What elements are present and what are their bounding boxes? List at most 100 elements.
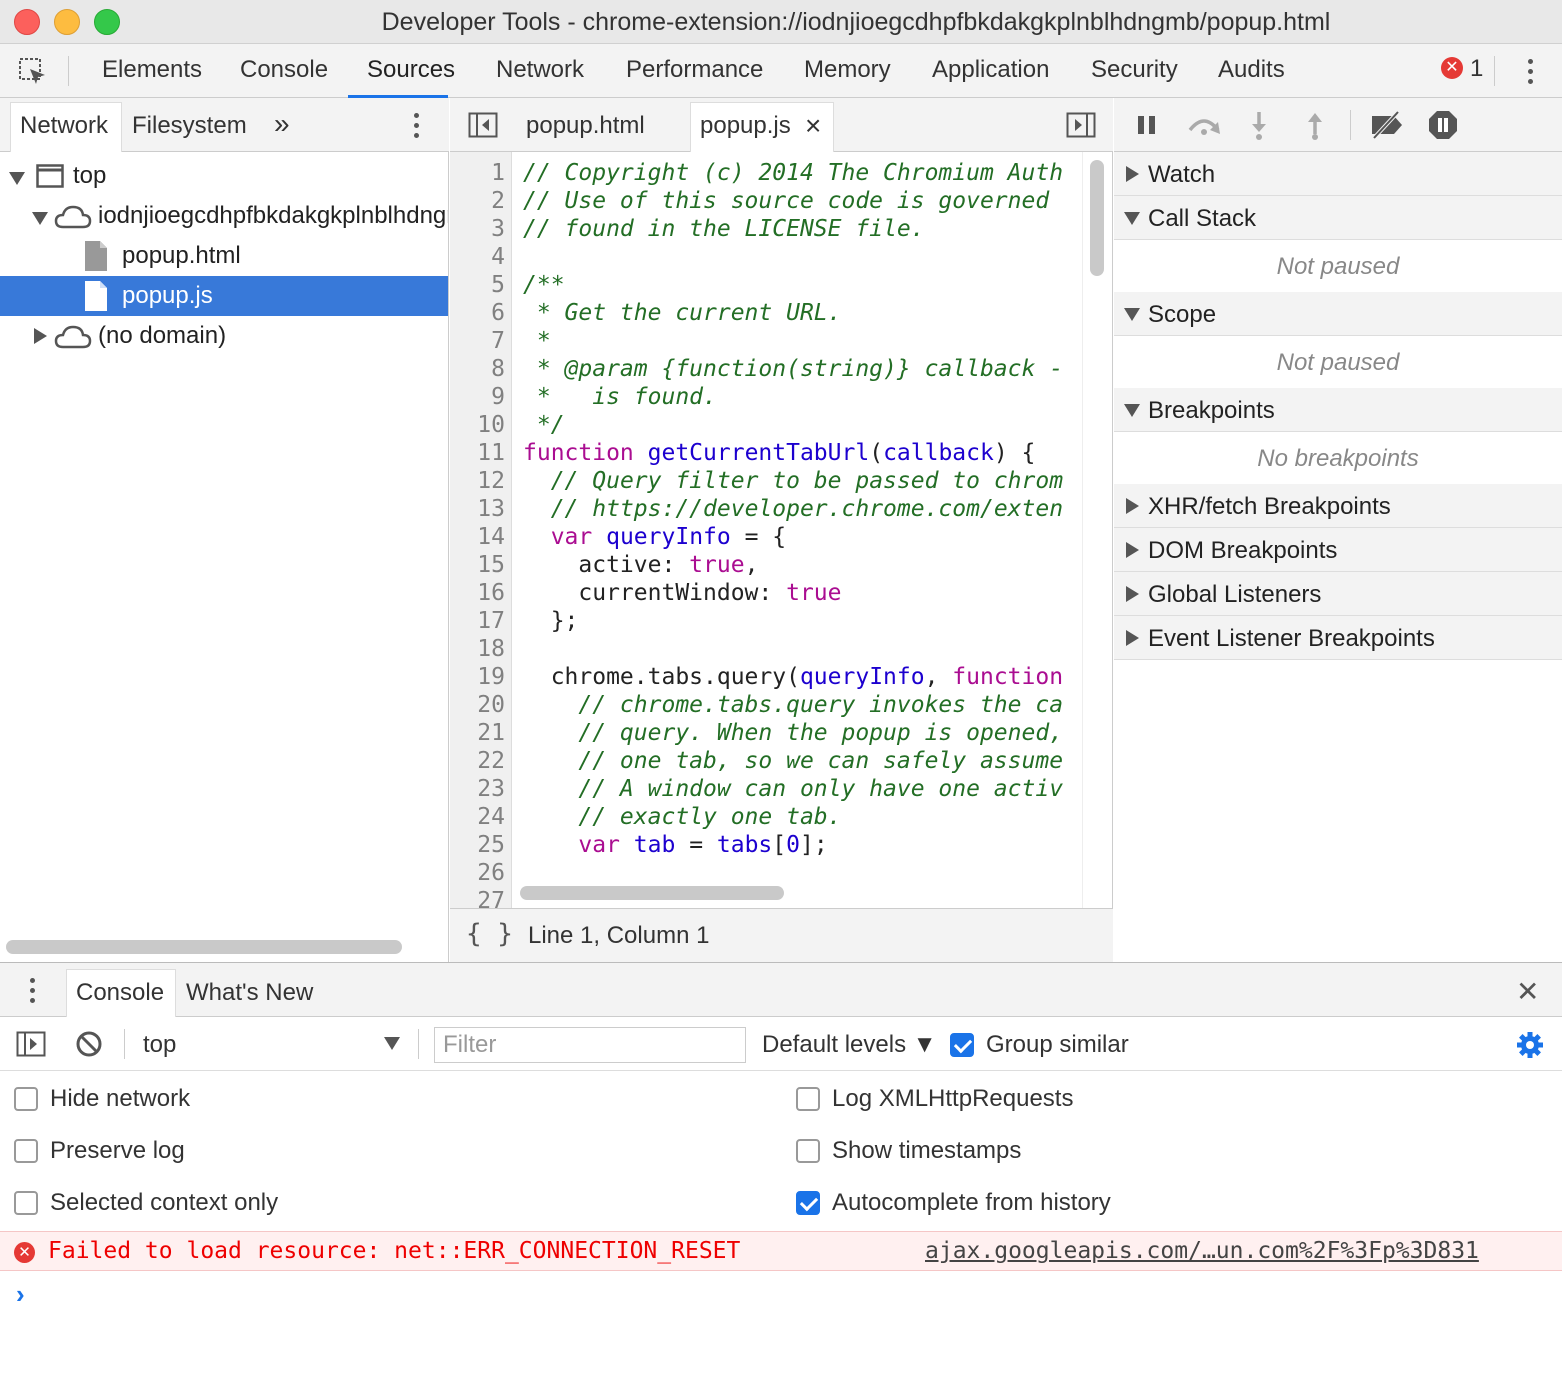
collapse-arrow-icon[interactable] [1126,586,1139,602]
show-timestamps-checkbox[interactable] [796,1139,820,1163]
tree-item-top[interactable]: top [0,156,448,196]
code-line[interactable]: // found in the LICENSE file. [523,216,925,242]
code-line[interactable]: }; [523,608,579,634]
selected-context-only-checkbox[interactable] [14,1191,38,1215]
code-line[interactable]: * [523,328,551,354]
error-icon[interactable]: ✕ [1441,57,1463,79]
tab-performance[interactable]: Performance [626,56,763,84]
line-number[interactable]: 15 [477,552,505,578]
code-line[interactable]: * Get the current URL. [523,300,842,326]
pretty-print-icon[interactable]: { } [466,919,513,949]
line-number[interactable]: 4 [491,244,505,270]
line-number[interactable]: 16 [477,580,505,606]
editor-tab-popup-js[interactable]: popup.js [700,112,791,140]
code-line[interactable]: currentWindow: true [523,580,841,606]
code-line[interactable]: // Query filter to be passed to chrom [523,468,1063,494]
line-number[interactable]: 1 [491,160,505,186]
drawer-tab-whats-new[interactable]: What's New [186,979,313,1007]
window-close-button[interactable] [14,9,40,35]
error-count[interactable]: 1 [1470,55,1483,83]
pause-on-exceptions-icon[interactable] [1428,110,1458,140]
line-number[interactable]: 26 [477,860,505,886]
group-similar-checkbox[interactable] [950,1033,974,1057]
hide-network-checkbox[interactable] [14,1087,38,1111]
line-number[interactable]: 19 [477,664,505,690]
line-number[interactable]: 24 [477,804,505,830]
line-number[interactable]: 2 [491,188,505,214]
more-tabs-icon[interactable]: » [274,108,290,140]
code-line[interactable]: chrome.tabs.query(queryInfo, function [523,664,1063,690]
line-number[interactable]: 27 [477,888,505,908]
subtab-filesystem[interactable]: Filesystem [132,112,247,140]
navigator-horizontal-scrollbar[interactable] [6,940,402,954]
line-number-gutter[interactable]: 1 2 3 4 5 6 7 8 9 10 11 12 13 14 15 16 17 18 19 20 21 22 23 24 2… [450,152,512,908]
line-number[interactable]: 21 [477,720,505,746]
devtools-menu-icon[interactable] [1528,59,1534,89]
context-selector[interactable]: top [143,1031,176,1059]
pause-icon[interactable] [1136,114,1158,136]
close-drawer-icon[interactable]: ✕ [1516,975,1539,1008]
code-line[interactable]: var tab = tabs[0]; [523,832,827,858]
code-line[interactable]: // chrome.tabs.query invokes the ca [523,692,1063,718]
line-number[interactable]: 12 [477,468,505,494]
expand-arrow-icon[interactable] [32,212,48,225]
tree-item-popup-js[interactable]: popup.js [0,276,448,316]
line-number[interactable]: 5 [491,272,505,298]
inspect-element-icon[interactable] [18,57,48,87]
line-number[interactable]: 13 [477,496,505,522]
console-prompt[interactable]: › [16,1279,25,1310]
tab-network[interactable]: Network [496,56,584,84]
code-line[interactable]: // query. When the popup is opened, [523,720,1063,746]
line-number[interactable]: 11 [477,440,505,466]
tab-audits[interactable]: Audits [1218,56,1285,84]
code-line[interactable]: function getCurrentTabUrl(callback) { [523,440,1035,466]
code-line[interactable]: // exactly one tab. [523,804,841,830]
expand-arrow-icon[interactable] [1124,404,1140,417]
tab-memory[interactable]: Memory [804,56,891,84]
line-number[interactable]: 18 [477,636,505,662]
code-line[interactable]: * is found. [523,384,717,410]
deactivate-breakpoints-icon[interactable] [1368,110,1406,140]
tab-console[interactable]: Console [240,56,328,84]
editor-horizontal-scrollbar[interactable] [520,886,784,900]
clear-console-icon[interactable] [76,1031,102,1057]
code-line[interactable]: * @param {function(string)} callback - [523,356,1063,382]
console-filter-input[interactable] [434,1027,746,1063]
log-levels-dropdown[interactable]: Default levels ▼ [762,1031,937,1059]
line-number[interactable]: 6 [491,300,505,326]
drawer-tab-console[interactable]: Console [76,979,164,1007]
console-sidebar-icon[interactable] [16,1031,46,1057]
window-minimize-button[interactable] [54,9,80,35]
tree-item-no-domain[interactable]: (no domain) [0,316,448,356]
log-xhr-checkbox[interactable] [796,1087,820,1111]
tab-security[interactable]: Security [1091,56,1178,84]
line-number[interactable]: 14 [477,524,505,550]
editor-tab-popup-html[interactable]: popup.html [526,112,645,140]
context-dropdown-icon[interactable] [384,1037,400,1050]
code-line[interactable]: active: true, [523,552,758,578]
console-settings-gear-icon[interactable] [1516,1031,1544,1059]
tab-elements[interactable]: Elements [102,56,202,84]
code-line[interactable]: // Copyright (c) 2014 The Chromium Auth [523,160,1063,186]
section-dom-breakpoints[interactable]: DOM Breakpoints [1114,528,1562,572]
step-over-icon[interactable] [1186,112,1222,136]
line-number[interactable]: 9 [491,384,505,410]
tab-application[interactable]: Application [932,56,1049,84]
line-number[interactable]: 17 [477,608,505,634]
code-line[interactable]: */ [523,412,565,438]
error-source-link[interactable]: ajax.googleapis.com/…un.com%2F%3Fp%3D831 [925,1238,1479,1264]
line-number[interactable]: 25 [477,832,505,858]
code-line[interactable]: /** [523,272,565,298]
section-xhr-breakpoints[interactable]: XHR/fetch Breakpoints [1114,484,1562,528]
collapse-arrow-icon[interactable] [34,328,47,344]
line-number[interactable]: 10 [477,412,505,438]
code-area[interactable]: // Copyright (c) 2014 The Chromium Auth /… [513,152,1081,876]
tab-sources[interactable]: Sources [367,56,455,84]
code-line[interactable]: // A window can only have one activ [523,776,1063,802]
step-into-icon[interactable] [1248,110,1270,140]
collapse-arrow-icon[interactable] [1126,542,1139,558]
preserve-log-checkbox[interactable] [14,1139,38,1163]
editor-vertical-scrollbar[interactable] [1090,160,1104,276]
expand-arrow-icon[interactable] [9,172,25,185]
section-call-stack[interactable]: Call Stack [1114,196,1562,240]
